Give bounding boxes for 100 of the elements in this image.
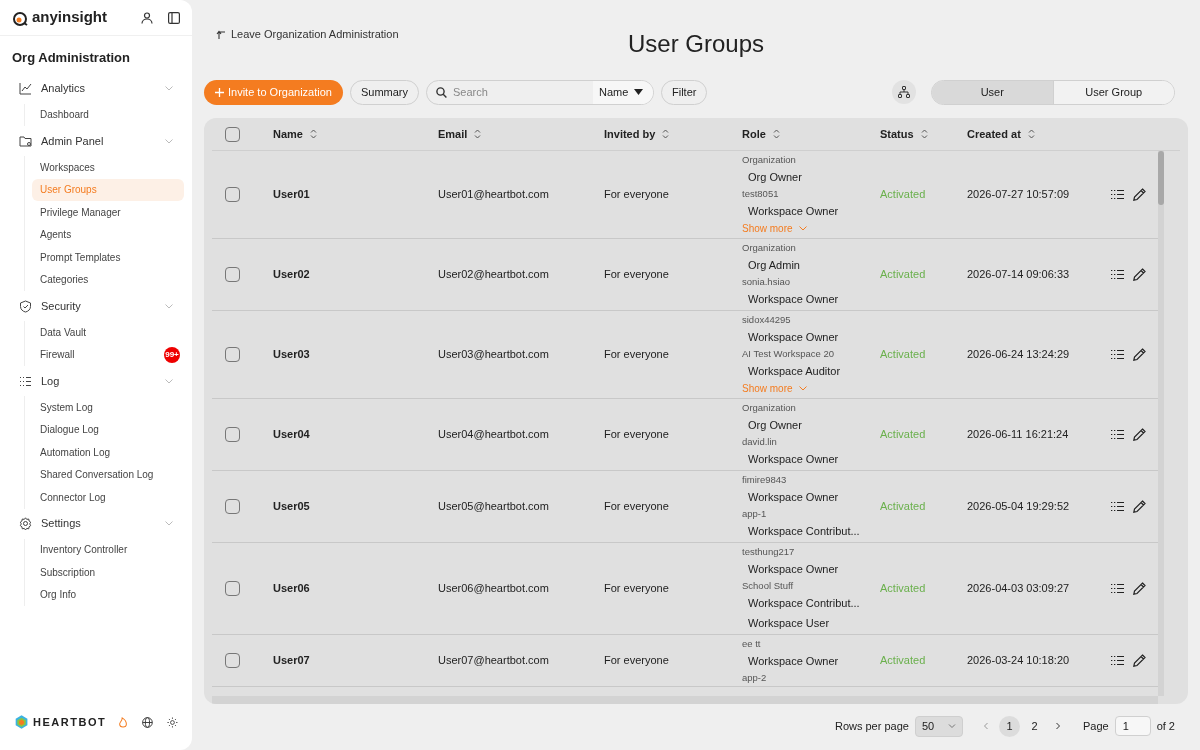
role-name: Workspace Owner xyxy=(747,489,840,505)
checkbox[interactable] xyxy=(225,499,240,514)
created-at-cell-text: 2026-05-04 19:29:52 xyxy=(967,499,1071,515)
nav-item[interactable]: Prompt Templates xyxy=(32,246,184,269)
checkbox[interactable] xyxy=(225,581,240,596)
globe-icon[interactable] xyxy=(142,715,154,729)
checkbox[interactable] xyxy=(225,187,240,202)
nav-item[interactable]: Dialogue Log xyxy=(32,418,184,441)
sun-icon[interactable] xyxy=(167,715,178,729)
page-button[interactable]: 1 xyxy=(998,715,1020,737)
pencil-icon[interactable] xyxy=(1133,348,1146,361)
role-scope: fimire9843 xyxy=(742,472,788,487)
checkbox[interactable] xyxy=(225,653,240,668)
scrollbar[interactable] xyxy=(1158,151,1164,696)
nav-item[interactable]: System Log xyxy=(32,396,184,419)
column-header[interactable]: Created at xyxy=(967,125,1111,143)
list-icon[interactable] xyxy=(1111,655,1124,666)
search-by-select[interactable]: Name xyxy=(593,80,653,104)
role-name: Org Owner xyxy=(747,417,803,433)
nav-item[interactable]: Automation Log xyxy=(32,441,184,464)
column-header[interactable]: Email xyxy=(438,125,604,143)
nav-group[interactable]: Analytics xyxy=(0,73,192,104)
email-cell-text: User01@heartbot.com xyxy=(438,187,550,203)
invited-by-cell-text: For everyone xyxy=(604,267,670,283)
invited-by-cell-text: For everyone xyxy=(604,499,670,515)
role-scope: ee tt xyxy=(742,636,762,651)
chevron-down-icon xyxy=(798,386,807,391)
nav-item[interactable]: Shared Conversation Log xyxy=(32,463,184,486)
column-header[interactable]: Name xyxy=(273,125,438,143)
pencil-icon[interactable] xyxy=(1133,654,1146,667)
checkbox[interactable] xyxy=(225,126,240,142)
view-tab[interactable]: User xyxy=(932,80,1053,104)
checkbox[interactable] xyxy=(225,427,240,442)
hierarchy-button[interactable] xyxy=(892,80,916,104)
nav-group[interactable]: Security xyxy=(0,291,192,321)
column-header[interactable]: Status xyxy=(880,125,967,143)
sort-icon xyxy=(772,129,780,139)
rows-per-page-select[interactable]: 50 xyxy=(914,715,963,737)
sort-icon xyxy=(662,129,670,139)
nav-item[interactable]: Inventory Controller xyxy=(32,538,184,561)
role-scope: app-1 xyxy=(742,506,768,521)
nav-item[interactable]: Org Info xyxy=(32,583,184,606)
invited-by-cell-text: For everyone xyxy=(604,187,670,203)
nav-item[interactable]: Data Vault xyxy=(32,321,184,344)
pencil-icon[interactable] xyxy=(1133,500,1146,513)
nav-item[interactable]: Connector Log xyxy=(32,486,184,509)
sidebar-toggle-icon[interactable] xyxy=(168,11,180,24)
role-scope: School Stuff xyxy=(742,578,795,593)
role-scope: Organization xyxy=(742,240,797,255)
list-icon[interactable] xyxy=(1111,189,1124,200)
created-at-cell-text: 2026-04-03 03:09:27 xyxy=(967,581,1071,597)
list-icon[interactable] xyxy=(1111,583,1124,594)
user-icon[interactable] xyxy=(141,11,153,24)
chevron-down-icon xyxy=(798,226,807,231)
role-scope: sonia.hsiao xyxy=(742,274,792,289)
nav-item[interactable]: Privilege Manager xyxy=(32,201,184,224)
nav-item[interactable]: Agents xyxy=(32,223,184,246)
view-tab[interactable]: User Group xyxy=(1052,80,1174,104)
chart-line-icon xyxy=(19,82,32,95)
status-cell-text: Activated xyxy=(880,267,927,283)
status-cell-text: Activated xyxy=(880,499,927,515)
shield-check-icon xyxy=(19,299,32,313)
nav-group[interactable]: Admin Panel xyxy=(0,126,192,156)
checkbox[interactable] xyxy=(225,347,240,362)
page-count: of 2 xyxy=(1156,718,1175,734)
nav-item[interactable]: Categories xyxy=(32,268,184,291)
nav-group[interactable]: Log xyxy=(0,366,192,396)
checkbox[interactable] xyxy=(225,267,240,282)
role-name: Workspace Owner xyxy=(747,451,840,467)
heartbot-logo-icon xyxy=(14,713,30,731)
column-header[interactable]: Invited by xyxy=(604,125,742,143)
nav-item[interactable]: Dashboard xyxy=(32,103,184,126)
page-label: Page xyxy=(1082,718,1109,734)
created-at-cell-text: 2026-03-24 10:18:20 xyxy=(967,653,1071,669)
status-cell-text: Activated xyxy=(880,187,927,203)
page-button[interactable]: 2 xyxy=(1023,715,1045,737)
list-icon[interactable] xyxy=(1111,269,1124,280)
column-header[interactable]: Role xyxy=(742,125,880,143)
list-icon[interactable] xyxy=(1111,429,1124,440)
created-at-cell-text: 2026-07-14 09:06:33 xyxy=(967,267,1071,283)
page-input[interactable]: 1 xyxy=(1114,716,1151,736)
rows-per-page-label: Rows per page xyxy=(834,718,909,734)
next-page-icon[interactable] xyxy=(1054,722,1061,730)
nav-item[interactable]: Firewall 99+ xyxy=(32,343,184,366)
nav-group[interactable]: Settings xyxy=(0,508,192,539)
pencil-icon[interactable] xyxy=(1133,188,1146,201)
status-cell-text: Activated xyxy=(880,653,927,669)
sort-icon xyxy=(474,129,482,139)
role-name: Workspace Contribut... xyxy=(747,523,861,539)
return-arrow-icon xyxy=(216,28,226,40)
list-icon[interactable] xyxy=(1111,349,1124,360)
list-icon[interactable] xyxy=(1111,501,1124,512)
role-scope: app-2 xyxy=(742,670,768,685)
pencil-icon[interactable] xyxy=(1133,268,1146,281)
pencil-icon[interactable] xyxy=(1133,428,1146,441)
back-link[interactable]: Leave Organization Administration xyxy=(216,26,399,43)
nav-item[interactable]: Subscription xyxy=(32,561,184,584)
horizontal-scrollbar[interactable] xyxy=(212,696,1158,704)
nav-item[interactable]: Workspaces xyxy=(32,156,184,179)
pencil-icon[interactable] xyxy=(1133,582,1146,595)
